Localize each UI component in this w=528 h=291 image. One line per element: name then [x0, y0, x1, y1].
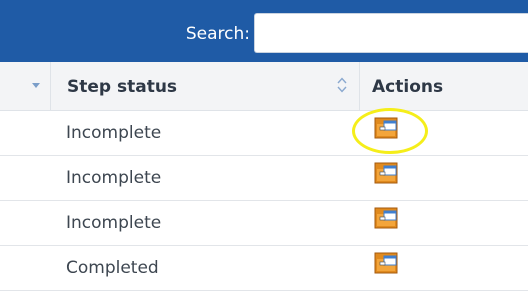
table-row: Incomplete [0, 156, 528, 201]
folder-form-icon[interactable] [374, 117, 398, 139]
column-header-label: Actions [372, 77, 444, 97]
step-status-cell: Incomplete [66, 168, 162, 188]
step-status-cell: Completed [66, 258, 159, 278]
column-header-actions: Actions [360, 62, 528, 110]
search-input[interactable] [254, 13, 528, 53]
column-toggle[interactable] [0, 62, 51, 110]
step-status-cell: Incomplete [66, 123, 162, 143]
search-label: Search: [185, 24, 250, 44]
step-status-cell: Incomplete [66, 213, 162, 233]
column-header-label: Step status [67, 77, 178, 97]
table-row: Completed [0, 246, 528, 291]
table-row: Incomplete [0, 111, 528, 156]
folder-form-icon[interactable] [374, 207, 398, 229]
chevron-down-icon [32, 83, 40, 88]
folder-form-icon[interactable] [374, 162, 398, 184]
folder-form-icon[interactable] [374, 252, 398, 274]
sort-icon[interactable] [337, 77, 347, 93]
table-row: Incomplete [0, 201, 528, 246]
column-header-step-status[interactable]: Step status [51, 62, 360, 110]
search-bar: Search: [0, 0, 528, 62]
table-header: Step status Actions [0, 62, 528, 111]
